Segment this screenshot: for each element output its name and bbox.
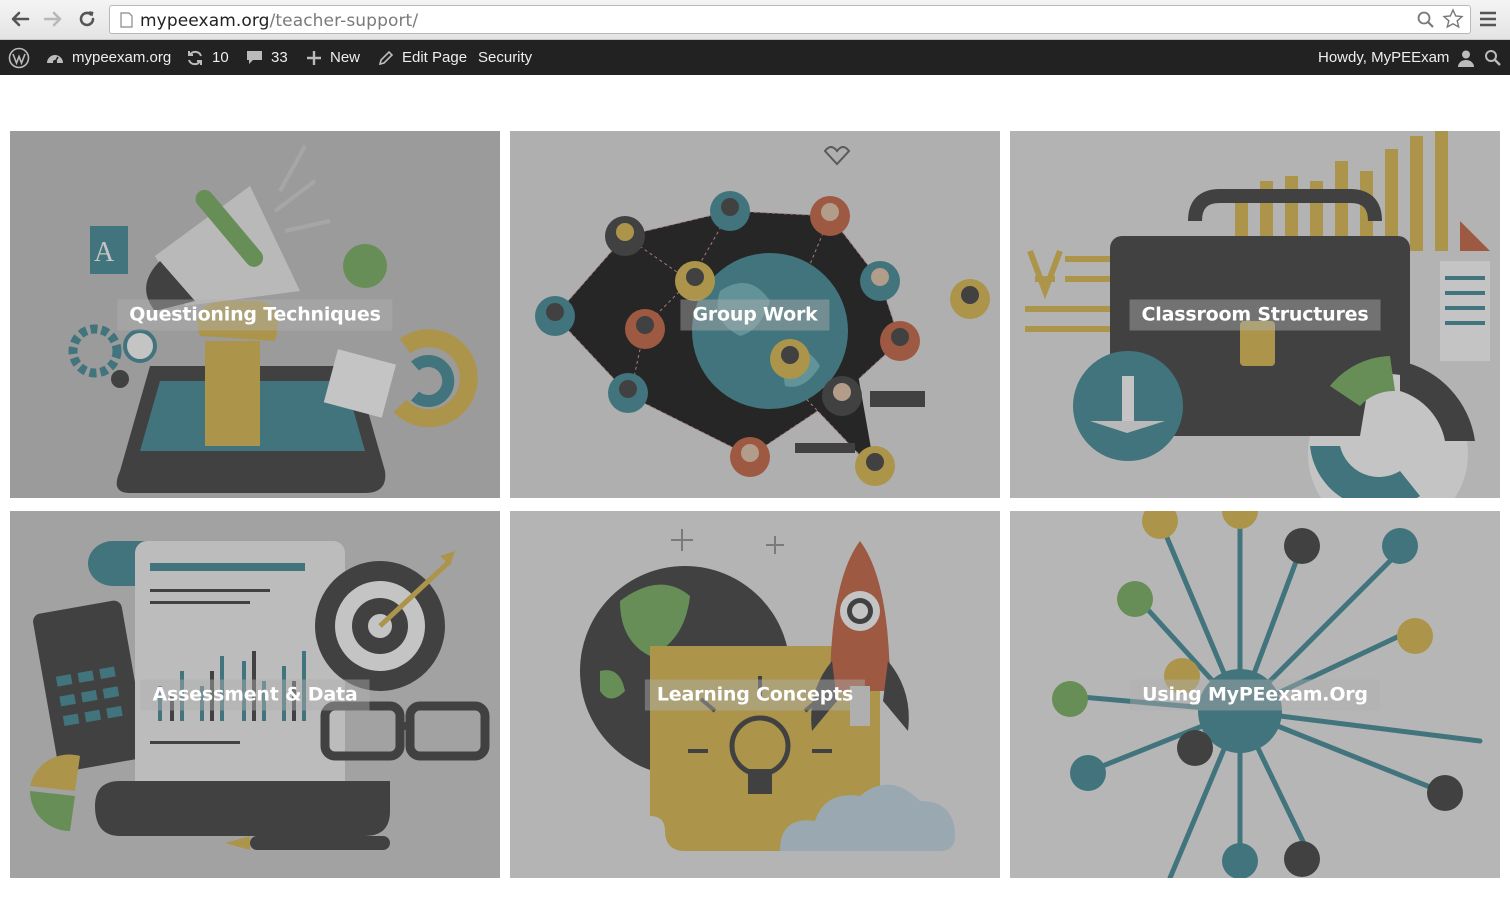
comments-count: 33 <box>271 49 288 66</box>
reload-icon <box>79 11 95 27</box>
dashboard-icon <box>47 54 63 64</box>
url-text: mypeexam.org/teacher-support/ <box>140 11 418 31</box>
teacher-support-grid: A Questioning Techniques Group Work Clas… <box>10 131 1500 878</box>
forward-arrow-icon <box>43 11 62 27</box>
tile-using-mypeexam[interactable]: Using MyPEexam.Org <box>1010 511 1500 878</box>
tile-title: Using MyPEexam.Org <box>1130 679 1380 710</box>
site-name: mypeexam.org <box>72 49 172 66</box>
tile-title: Questioning Techniques <box>117 299 393 330</box>
admin-bar: mypeexam.org 10 33 New Edit Page Securit… <box>0 40 1510 75</box>
new-content-link[interactable]: New <box>306 40 360 75</box>
tile-assessment-data[interactable]: Assessment & Data <box>10 511 500 878</box>
plus-icon <box>307 50 321 65</box>
security-link[interactable]: Security <box>478 40 532 75</box>
tile-classroom-structures[interactable]: Classroom Structures <box>1010 131 1500 498</box>
tile-title: Classroom Structures <box>1129 299 1381 330</box>
reload-button[interactable] <box>74 6 100 32</box>
address-bar[interactable]: mypeexam.org/teacher-support/ <box>109 5 1471 34</box>
bookmark-star-icon[interactable] <box>1442 8 1464 30</box>
tile-title: Assessment & Data <box>140 679 370 710</box>
tile-title: Learning Concepts <box>644 679 866 710</box>
site-name-link[interactable]: mypeexam.org <box>46 40 171 75</box>
wordpress-icon <box>8 47 30 68</box>
comment-bubble-icon <box>247 51 262 64</box>
back-button[interactable] <box>7 6 33 32</box>
my-account-link[interactable]: Howdy, MyPEExam <box>1318 40 1475 75</box>
browser-toolbar: mypeexam.org/teacher-support/ <box>0 0 1510 40</box>
security-label: Security <box>478 49 533 66</box>
updates-icon <box>188 50 202 65</box>
howdy-label: Howdy, MyPEExam <box>1318 49 1450 66</box>
pencil-icon <box>378 50 394 65</box>
tile-title: Group Work <box>680 299 830 330</box>
hamburger-menu-icon[interactable] <box>1478 9 1498 29</box>
tile-learning-concepts[interactable]: Learning Concepts <box>510 511 1000 878</box>
forward-button[interactable] <box>40 6 66 32</box>
updates-count: 10 <box>212 49 229 66</box>
user-avatar-icon <box>1458 50 1475 67</box>
updates-link[interactable]: 10 <box>186 40 229 75</box>
admin-search-icon <box>1485 49 1501 66</box>
url-path: /teacher-support/ <box>269 11 419 31</box>
wordpress-logo-button[interactable] <box>8 40 38 75</box>
page-icon <box>120 12 133 28</box>
admin-search-button[interactable] <box>1484 40 1510 75</box>
comments-link[interactable]: 33 <box>246 40 288 75</box>
edit-page-link[interactable]: Edit Page <box>378 40 467 75</box>
tile-group-work[interactable]: Group Work <box>510 131 1000 498</box>
new-label: New <box>330 49 361 66</box>
edit-page-label: Edit Page <box>402 49 468 66</box>
back-arrow-icon <box>11 11 30 27</box>
tile-questioning-techniques[interactable]: A Questioning Techniques <box>10 131 500 498</box>
search-icon[interactable] <box>1416 10 1436 30</box>
url-domain: mypeexam.org <box>140 11 270 31</box>
